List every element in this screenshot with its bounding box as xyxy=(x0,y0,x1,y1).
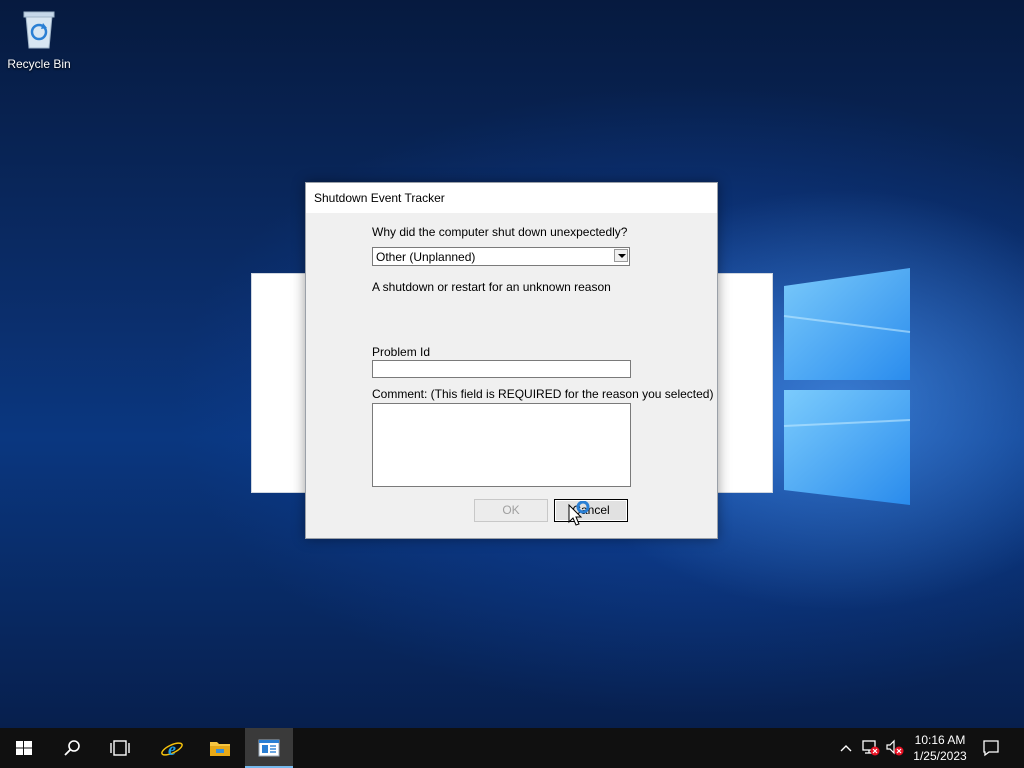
clock-date: 1/25/2023 xyxy=(913,749,967,763)
problem-id-label: Problem Id xyxy=(372,345,431,359)
shutdown-reason-dropdown[interactable]: Other (Unplanned) xyxy=(372,247,630,266)
cancel-button[interactable]: Cancel xyxy=(554,499,628,522)
ok-button[interactable]: OK xyxy=(474,499,548,522)
desktop-icon-label: Recycle Bin xyxy=(7,57,71,71)
network-error-icon[interactable] xyxy=(861,739,881,757)
chevron-up-icon[interactable] xyxy=(839,741,853,755)
background-window-right xyxy=(716,273,773,493)
dialog-title: Shutdown Event Tracker xyxy=(314,191,445,205)
taskbar: e 10:16 AM 1/25/2023 xyxy=(0,728,1024,768)
internet-explorer-icon: e xyxy=(161,739,183,759)
file-explorer-icon xyxy=(210,742,230,756)
task-view-button[interactable] xyxy=(96,728,144,768)
desktop-icon-recycle-bin[interactable]: Recycle Bin xyxy=(4,6,74,71)
problem-id-input[interactable] xyxy=(372,360,631,378)
clock-time: 10:16 AM xyxy=(914,733,966,747)
search-button[interactable] xyxy=(48,728,96,768)
shutdown-tracker-app-icon xyxy=(258,739,280,757)
dialog-titlebar[interactable]: Shutdown Event Tracker xyxy=(306,183,717,213)
comment-label: Comment: (This field is REQUIRED for the… xyxy=(372,387,714,401)
svg-text:e: e xyxy=(168,739,176,759)
chevron-down-icon[interactable] xyxy=(614,249,628,262)
file-explorer-button[interactable] xyxy=(196,728,244,768)
desktop: Recycle Bin Shutdown Event Tracker Why d… xyxy=(0,0,1024,728)
background-window-left xyxy=(251,273,308,493)
reason-description: A shutdown or restart for an unknown rea… xyxy=(372,280,611,294)
task-view-icon xyxy=(110,740,130,756)
shutdown-tracker-taskbar-button[interactable] xyxy=(245,728,293,768)
mouse-cursor-busy-icon xyxy=(568,501,590,526)
start-icon xyxy=(16,741,32,755)
search-icon xyxy=(64,740,80,756)
shutdown-event-tracker-dialog: Shutdown Event Tracker Why did the compu… xyxy=(305,182,718,539)
internet-explorer-button[interactable]: e xyxy=(148,728,196,768)
shutdown-question-label: Why did the computer shut down unexpecte… xyxy=(372,225,628,239)
recycle-bin-icon xyxy=(23,11,55,49)
clock[interactable]: 10:16 AM 1/25/2023 xyxy=(910,732,970,764)
start-button[interactable] xyxy=(0,728,48,768)
shutdown-reason-value: Other (Unplanned) xyxy=(376,250,476,264)
comment-textarea[interactable] xyxy=(372,403,631,487)
volume-muted-icon[interactable] xyxy=(885,739,905,757)
action-center-icon[interactable] xyxy=(982,739,1000,757)
